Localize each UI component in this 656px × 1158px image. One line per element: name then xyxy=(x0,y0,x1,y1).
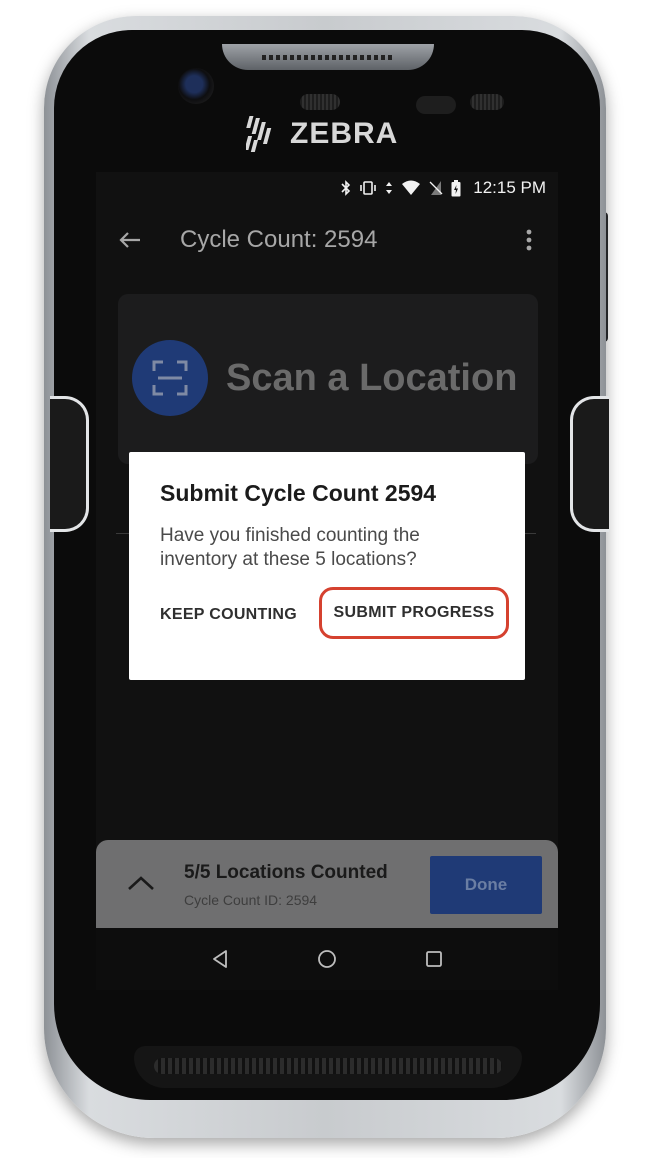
scan-label: Scan a Location xyxy=(226,357,518,399)
system-nav-bar xyxy=(96,928,558,990)
zebra-logo-icon xyxy=(246,116,272,152)
dialog-title: Submit Cycle Count 2594 xyxy=(160,480,437,506)
page-title: Cycle Count: 2594 xyxy=(180,226,378,253)
submit-progress-label: SUBMIT PROGRESS xyxy=(333,604,495,621)
back-triangle-icon[interactable] xyxy=(207,946,233,972)
scan-frame-icon xyxy=(152,360,188,396)
brand-name: ZEBRA xyxy=(290,117,399,150)
microphone-grill xyxy=(470,94,504,110)
proximity-sensor xyxy=(300,94,340,110)
more-vertical-icon[interactable] xyxy=(522,228,536,252)
app-bar: Cycle Count: 2594 xyxy=(96,212,558,268)
light-sensor xyxy=(416,96,456,114)
submit-dialog: Submit Cycle Count 2594 Have you finishe… xyxy=(129,452,525,680)
data-arrows-icon xyxy=(386,182,393,194)
left-grip xyxy=(50,396,89,532)
status-bar: 12:15 PM xyxy=(96,172,558,204)
scan-button[interactable] xyxy=(132,340,208,416)
vibrate-icon xyxy=(360,181,377,195)
battery-icon xyxy=(451,179,461,196)
scan-location-card[interactable]: Scan a Location xyxy=(118,294,538,464)
recents-square-icon[interactable] xyxy=(421,946,447,972)
front-camera-icon xyxy=(178,68,214,104)
chevron-up-icon[interactable] xyxy=(126,868,156,898)
bluetooth-icon xyxy=(341,180,351,196)
wifi-icon xyxy=(402,180,421,195)
locations-counted-title: 5/5 Locations Counted xyxy=(184,862,388,883)
submit-progress-button[interactable]: SUBMIT PROGRESS xyxy=(319,587,509,639)
dialog-message: Have you finished counting the inventory… xyxy=(160,525,420,570)
no-sim-icon xyxy=(429,181,443,195)
status-time: 12:15 PM xyxy=(473,178,546,197)
right-grip xyxy=(570,396,609,532)
speaker-grill xyxy=(154,1058,502,1074)
screen: 12:15 PM Cycle Count: 2594 Scan a Locati… xyxy=(96,172,558,990)
home-circle-icon[interactable] xyxy=(314,946,340,972)
done-button[interactable]: Done xyxy=(430,856,542,914)
cycle-count-id: Cycle Count ID: 2594 xyxy=(184,892,318,908)
keep-counting-button[interactable]: KEEP COUNTING xyxy=(160,606,297,624)
earpiece-grill xyxy=(262,55,394,60)
brand-logo: ZEBRA xyxy=(246,114,398,154)
arrow-left-icon[interactable] xyxy=(114,224,146,256)
progress-bottom-sheet: 5/5 Locations Counted Cycle Count ID: 25… xyxy=(96,840,558,928)
